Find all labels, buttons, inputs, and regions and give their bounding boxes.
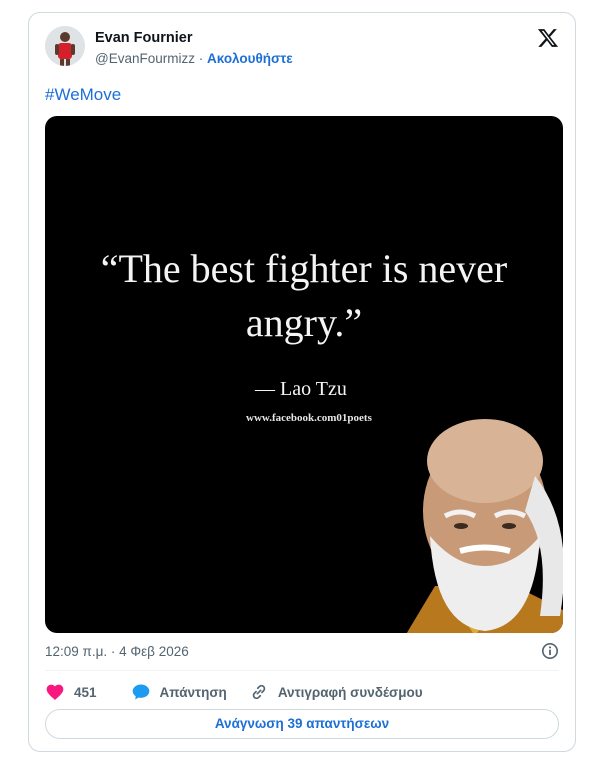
author-name[interactable]: Evan Fournier [95, 30, 193, 46]
copy-link-label: Αντιγραφή συνδέσμου [277, 684, 423, 700]
sage-portrait-illustration [406, 419, 563, 633]
like-button[interactable]: 451 [45, 682, 97, 702]
read-replies-button[interactable]: Ανάγνωση 39 απαντήσεων [45, 709, 559, 739]
divider [45, 670, 559, 671]
link-icon [252, 684, 266, 700]
copy-link-button[interactable]: Αντιγραφή συνδέσμου [249, 682, 423, 702]
quote-line-2: angry.” [245, 300, 363, 345]
quote-line-1: “The best fighter is never [100, 246, 508, 291]
reply-button[interactable]: Απάντηση [131, 682, 227, 702]
image-source-text: www.facebook.com01poets [246, 412, 372, 424]
reply-label: Απάντηση [159, 684, 227, 700]
x-logo-icon[interactable] [537, 27, 559, 49]
info-icon[interactable] [541, 642, 559, 660]
author-handle-line: @EvanFourmizz · Ακολουθήστε [95, 51, 293, 66]
speech-bubble-icon [132, 684, 149, 700]
action-bar: 451 Απάντηση Αντιγραφή συνδέσμου [45, 681, 423, 703]
quote-text: “The best fighter is never angry.” [45, 242, 563, 350]
avatar[interactable] [45, 26, 85, 66]
hashtag-link[interactable]: #WeMove [45, 85, 121, 105]
heart-icon [46, 684, 64, 700]
post-timestamp[interactable]: 12:09 π.μ. · 4 Φεβ 2026 [45, 644, 189, 659]
quote-attribution: — Lao Tzu [255, 378, 347, 400]
author-handle[interactable]: @EvanFourmizz [95, 51, 195, 66]
embedded-post-card: Evan Fournier @EvanFourmizz · Ακολουθήστ… [28, 12, 576, 752]
post-image[interactable]: “The best fighter is never angry.” — Lao… [45, 116, 563, 633]
like-count: 451 [74, 684, 97, 700]
separator-dot: · [194, 51, 207, 66]
follow-link[interactable]: Ακολουθήστε [207, 51, 293, 66]
